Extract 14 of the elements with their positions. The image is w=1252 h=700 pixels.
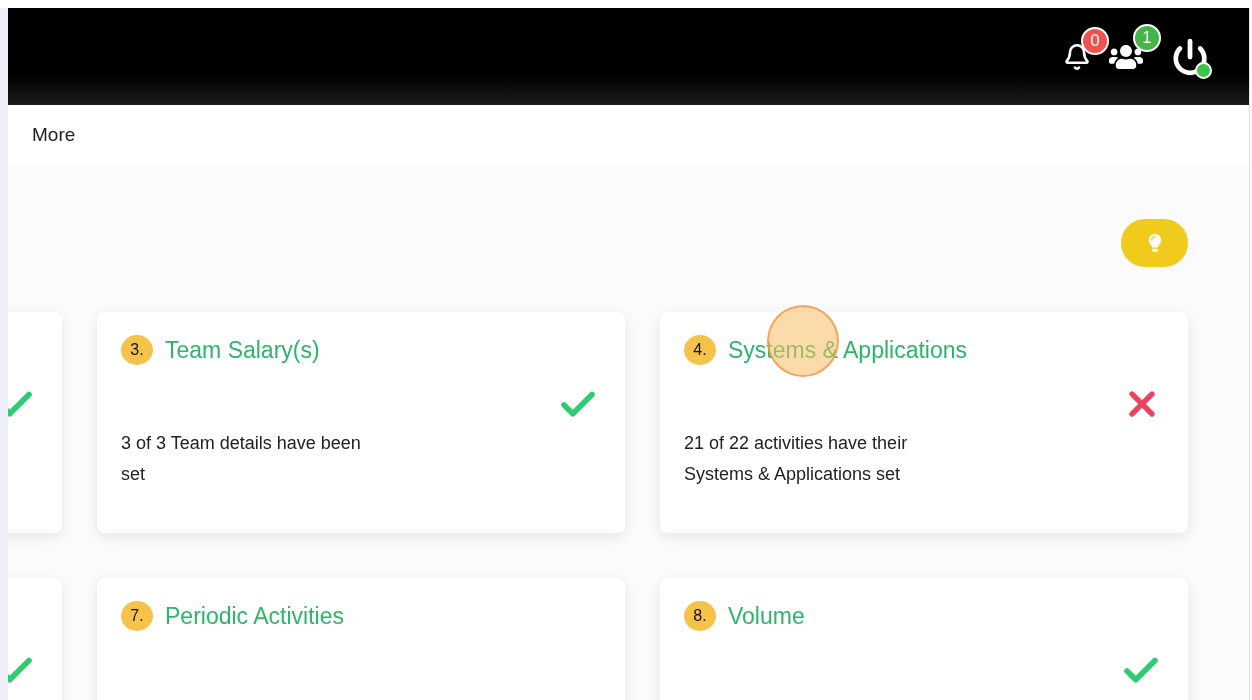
step-number: 4. <box>684 335 716 365</box>
contacts-count: 1 <box>1133 23 1161 52</box>
bell-icon[interactable] <box>1063 42 1091 71</box>
card-title[interactable]: Volume <box>728 602 805 630</box>
card-description: 3 of 3 Team details have been set <box>121 432 362 486</box>
step-number: 3. <box>121 335 153 365</box>
card-title[interactable]: Periodic Activities <box>165 602 344 630</box>
card-description: 21 of 22 activities have their Systems & Applications set <box>684 432 909 486</box>
card-title[interactable]: Team Salary(s) <box>165 336 320 364</box>
notification-count: 0 <box>1081 26 1109 55</box>
step-number: 7. <box>121 601 153 631</box>
power-icon[interactable] <box>1171 37 1209 76</box>
step-number: 8. <box>684 601 716 631</box>
nav-link[interactable]: More <box>32 124 76 146</box>
